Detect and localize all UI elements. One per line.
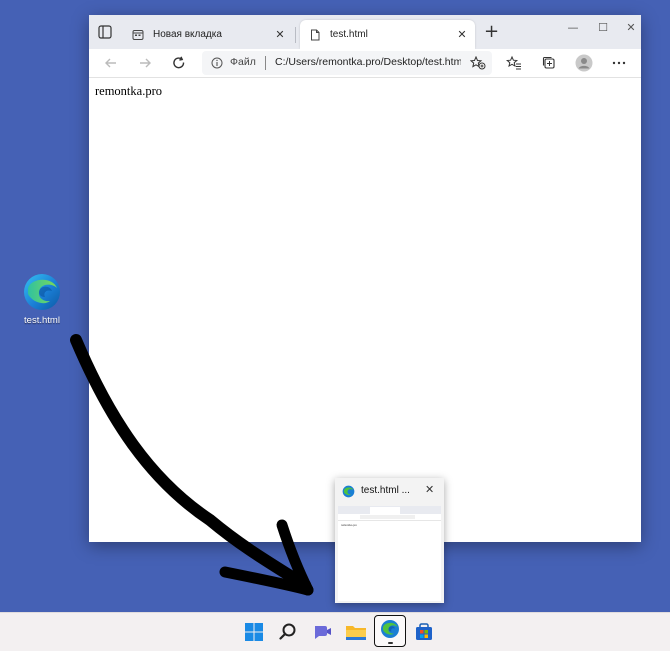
tab-test-html[interactable]: test.html ✕ [300,20,475,49]
back-button[interactable] [101,53,121,73]
new-tab-icon [132,29,144,41]
store-icon[interactable] [412,620,436,644]
maximize-button[interactable]: ☐ [589,19,617,37]
close-preview-icon[interactable]: ✕ [425,483,434,496]
new-tab-button[interactable]: + [484,23,499,41]
close-window-button[interactable]: ✕ [617,19,645,37]
add-favorite-icon[interactable] [469,55,486,70]
tab-bar: Новая вкладка ✕ test.html ✕ + — ☐ ✕ [89,15,641,49]
page-content: remontka.pro [89,78,641,542]
thumbnail-tab [370,507,400,514]
chat-icon[interactable] [310,620,334,644]
info-icon[interactable] [211,57,223,69]
toolbar: Файл C:/Users/remontka.pro/Desktop/test.… [89,49,641,78]
active-indicator [388,642,393,644]
page-text: remontka.pro [95,84,162,98]
search-icon[interactable] [276,620,300,644]
tab-new-tab[interactable]: Новая вкладка ✕ [123,20,293,49]
collections-button[interactable] [539,53,559,73]
thumbnail-address-bar [360,515,415,519]
thumbnail-page-text: remontka.pro [341,523,358,527]
file-explorer-icon[interactable] [344,620,368,644]
refresh-button[interactable] [169,53,189,73]
preview-thumbnail[interactable]: remontka.pro [338,506,441,601]
address-divider [265,56,266,70]
close-tab-icon[interactable]: ✕ [453,28,471,41]
taskbar [0,612,670,651]
edge-icon [22,272,62,312]
tab-divider [295,27,296,43]
desktop-icon-label: test.html [24,315,60,326]
more-menu-button[interactable] [609,53,629,73]
taskbar-preview[interactable]: test.html ... ✕ remontka.pro [335,478,444,603]
close-tab-icon[interactable]: ✕ [271,28,289,41]
desktop-file-test-html[interactable]: test.html [14,272,70,326]
address-scheme-label: Файл [230,56,256,68]
edge-icon [342,485,355,498]
start-icon[interactable] [242,620,266,644]
address-bar[interactable]: Файл C:/Users/remontka.pro/Desktop/test.… [202,51,492,75]
preview-header: test.html ... ✕ [335,478,444,504]
profile-avatar[interactable] [574,53,594,73]
browser-window: Новая вкладка ✕ test.html ✕ + — ☐ ✕ Файл… [89,15,641,542]
file-icon [309,29,321,41]
tab-title: Новая вкладка [153,29,222,40]
edge-icon [380,619,400,643]
tab-actions-icon[interactable] [97,24,113,40]
taskbar-edge-button[interactable] [374,615,406,647]
address-url[interactable]: C:/Users/remontka.pro/Desktop/test.html [275,56,461,68]
tab-title: test.html [330,29,368,40]
favorites-button[interactable] [504,53,524,73]
minimize-button[interactable]: — [559,19,587,37]
forward-button[interactable] [135,53,155,73]
preview-title: test.html ... [361,485,410,496]
thumbnail-tabbar [338,506,441,514]
